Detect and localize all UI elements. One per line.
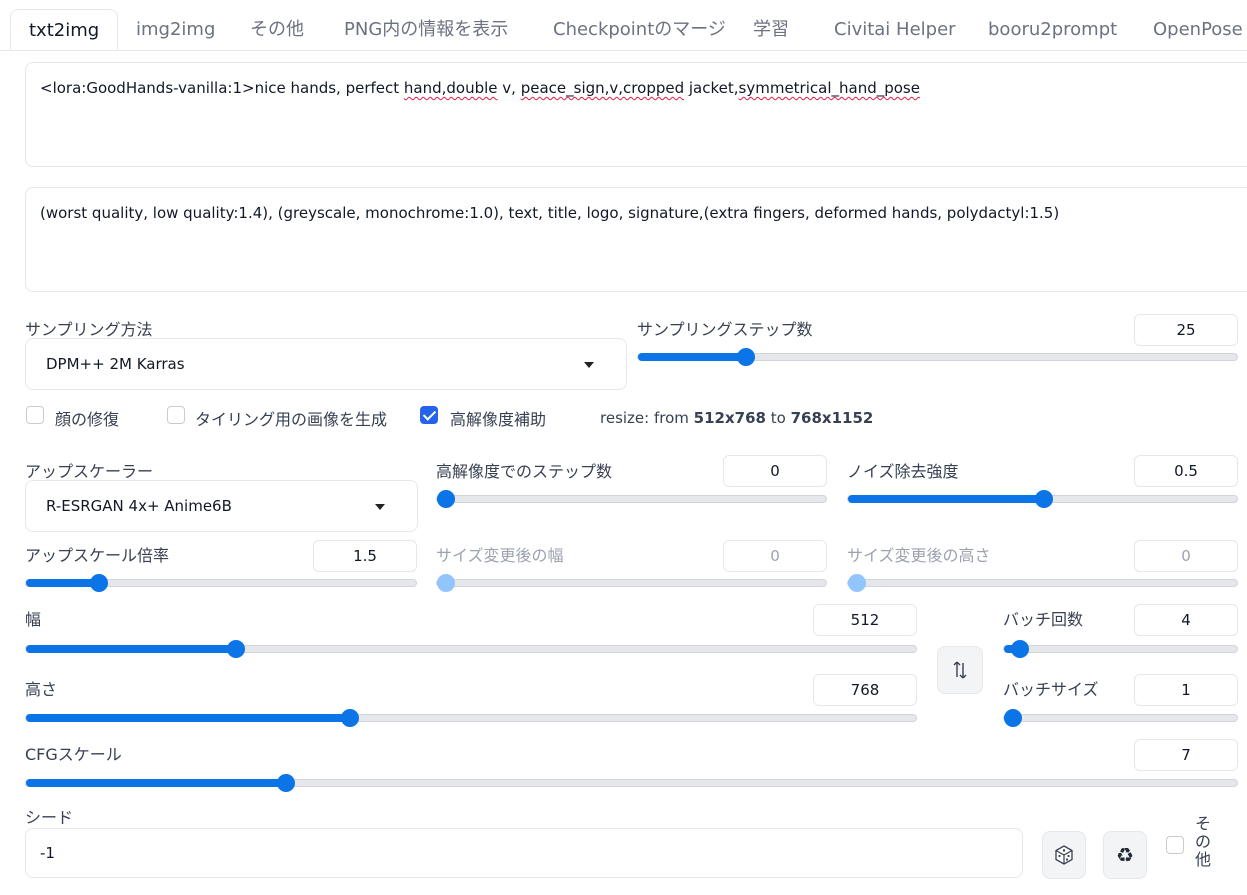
resize-info: resize: from 512x768 to 768x1152: [600, 409, 874, 427]
tiling-label: タイリング用の画像を生成: [195, 410, 388, 429]
sampler-dropdown[interactable]: DPM++ 2M Karras: [25, 338, 627, 390]
cfg-scale-slider-thumb[interactable]: [276, 774, 295, 792]
batch-size-slider-thumb[interactable]: [1004, 709, 1022, 727]
denoise-slider[interactable]: [847, 490, 1238, 508]
batch-size-label: バッチサイズ: [1003, 680, 1099, 699]
width-slider[interactable]: [25, 640, 917, 658]
cfg-scale-label: CFGスケール: [25, 745, 122, 764]
restore-faces-checkbox[interactable]: [26, 406, 44, 424]
resize-width-slider[interactable]: [436, 574, 827, 592]
cfg-scale-slider-fill: [26, 779, 286, 787]
negative-prompt-text: (worst quality, low quality:1.4), (greys…: [40, 204, 1060, 222]
resize-height-slider[interactable]: [847, 574, 1238, 592]
seed-input[interactable]: -1: [25, 828, 1023, 878]
steps-number-input[interactable]: 25: [1134, 314, 1238, 346]
cfg-scale-number-input[interactable]: 7: [1134, 739, 1238, 771]
restore-faces-label: 顔の修復: [55, 410, 120, 429]
steps-slider-thumb[interactable]: [737, 348, 756, 366]
resize-width-label: サイズ変更後の幅: [436, 546, 564, 565]
seed-label: シード: [25, 808, 74, 827]
denoise-label: ノイズ除去強度: [847, 462, 959, 481]
tab-txt2img[interactable]: txt2img: [10, 9, 119, 50]
prompt-input[interactable]: <lora:GoodHands-vanilla:1>nice hands, pe…: [25, 62, 1247, 167]
steps-label: サンプリングステップ数: [637, 320, 813, 339]
dice-icon: [1055, 845, 1073, 865]
tab-img2img[interactable]: img2img: [136, 9, 215, 50]
tab-extras[interactable]: その他: [250, 9, 304, 50]
tab-png-info[interactable]: PNG内の情報を表示: [344, 9, 508, 50]
hires-steps-slider[interactable]: [436, 490, 827, 508]
sampler-label: サンプリング方法: [25, 320, 153, 339]
seed-value: -1: [40, 844, 55, 862]
hires-steps-label: 高解像度でのステップ数: [436, 462, 613, 481]
swap-dimensions-button[interactable]: [937, 646, 983, 694]
height-slider-thumb[interactable]: [340, 709, 359, 727]
negative-prompt-input[interactable]: (worst quality, low quality:1.4), (greys…: [25, 187, 1247, 292]
resize-width-slider-thumb[interactable]: [437, 574, 455, 592]
upscaler-label: アップスケーラー: [25, 462, 154, 481]
prompt-text: <lora:GoodHands-vanilla:1>nice hands, pe…: [40, 79, 920, 97]
upscale-by-slider-fill: [26, 579, 99, 587]
tab-bar: txt2img img2img その他 PNG内の情報を表示 Checkpoin…: [0, 0, 1247, 51]
denoise-slider-thumb[interactable]: [1034, 490, 1053, 508]
chevron-down-icon: [584, 362, 594, 368]
height-slider[interactable]: [25, 709, 917, 727]
height-slider-fill: [26, 714, 350, 722]
denoise-slider-fill: [848, 495, 1044, 503]
batch-size-slider[interactable]: [1003, 709, 1238, 727]
resize-width-number-input[interactable]: 0: [723, 540, 827, 572]
upscale-by-slider[interactable]: [25, 574, 417, 592]
cfg-scale-slider[interactable]: [25, 774, 1238, 792]
steps-slider-fill: [638, 353, 747, 361]
batch-count-slider[interactable]: [1003, 640, 1238, 658]
batch-count-label: バッチ回数: [1003, 610, 1084, 629]
extra-seed-label: その他: [1194, 814, 1211, 869]
width-slider-fill: [26, 645, 237, 653]
width-number-input[interactable]: 512: [813, 604, 917, 636]
upscaler-value: R-ESRGAN 4x+ Anime6B: [46, 497, 232, 515]
hires-fix-label: 高解像度補助: [450, 410, 547, 429]
resize-height-slider-thumb[interactable]: [848, 574, 866, 592]
resize-height-label: サイズ変更後の高さ: [847, 546, 991, 565]
denoise-number-input[interactable]: 0.5: [1134, 455, 1238, 487]
hires-fix-checkbox[interactable]: [420, 406, 438, 424]
width-slider-thumb[interactable]: [227, 640, 246, 658]
recycle-icon: ♻: [1116, 843, 1134, 867]
upscale-by-label: アップスケール倍率: [25, 546, 170, 565]
batch-count-slider-thumb[interactable]: [1010, 640, 1029, 658]
hires-steps-slider-thumb[interactable]: [437, 490, 455, 508]
batch-count-number-input[interactable]: 4: [1134, 604, 1238, 636]
upscaler-dropdown[interactable]: R-ESRGAN 4x+ Anime6B: [25, 480, 418, 532]
sampler-value: DPM++ 2M Karras: [46, 355, 185, 373]
upscale-by-number-input[interactable]: 1.5: [313, 540, 417, 572]
swap-arrows-icon: [953, 661, 967, 679]
tab-openpose[interactable]: OpenPose E: [1153, 9, 1247, 50]
tab-booru2prompt[interactable]: booru2prompt: [988, 9, 1117, 50]
hires-steps-number-input[interactable]: 0: [723, 455, 827, 487]
reuse-seed-button[interactable]: ♻: [1103, 831, 1147, 879]
tab-civitai-helper[interactable]: Civitai Helper: [834, 9, 956, 50]
steps-slider[interactable]: [637, 348, 1238, 366]
chevron-down-icon: [375, 504, 385, 510]
upscale-by-slider-thumb[interactable]: [89, 574, 108, 592]
resize-height-number-input[interactable]: 0: [1134, 540, 1238, 572]
extra-seed-checkbox[interactable]: [1166, 836, 1184, 854]
width-label: 幅: [25, 610, 42, 629]
tab-train[interactable]: 学習: [753, 9, 789, 50]
height-label: 高さ: [25, 680, 58, 699]
tab-checkpoint-merger[interactable]: Checkpointのマージ: [553, 9, 726, 50]
tiling-checkbox[interactable]: [167, 406, 185, 424]
height-number-input[interactable]: 768: [813, 674, 917, 706]
batch-size-number-input[interactable]: 1: [1134, 674, 1238, 706]
random-seed-button[interactable]: [1042, 831, 1086, 879]
